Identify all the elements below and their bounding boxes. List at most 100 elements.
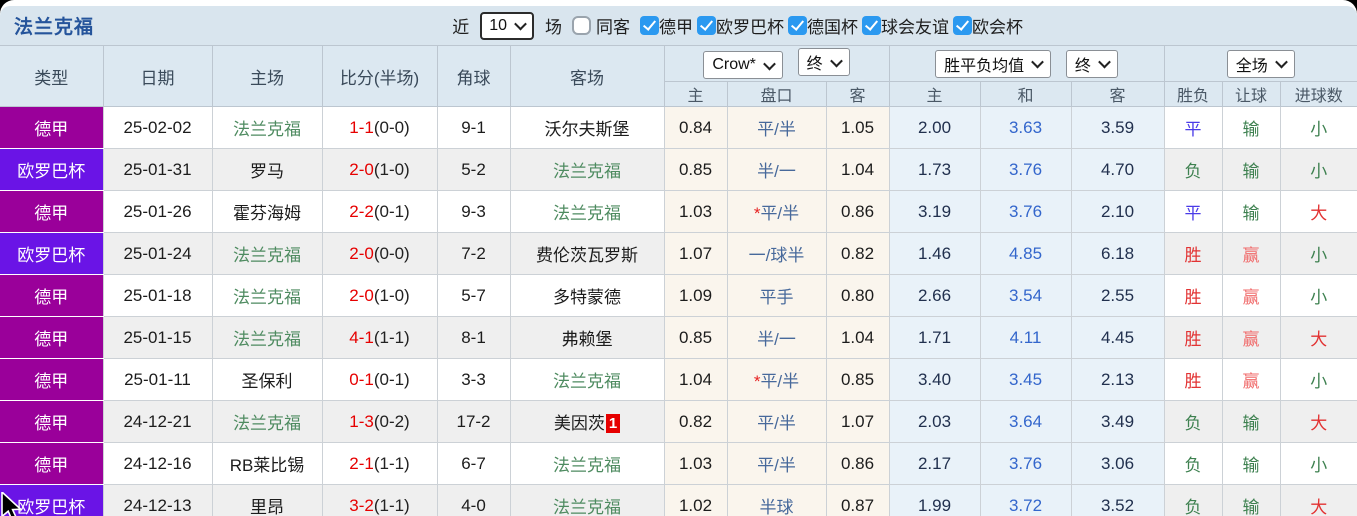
handicap-outcome: 输 <box>1221 484 1281 516</box>
same-venue-label: 同客 <box>596 18 630 37</box>
team-name[interactable]: RB莱比锡 <box>211 442 323 485</box>
avg-home: 1.73 <box>888 148 981 191</box>
same-venue-filter: 同客 <box>572 13 630 38</box>
subheader-odds-away: 客 <box>825 81 890 107</box>
match-date: 25-01-24 <box>102 232 213 275</box>
team-name[interactable]: 罗马 <box>211 148 323 191</box>
league-filter-label: 德国杯 <box>807 18 858 37</box>
match-score: 2-0(0-0) <box>321 232 438 275</box>
team-name[interactable]: 法兰克福 <box>211 316 323 359</box>
recent-label: 近 <box>452 18 470 37</box>
corner-score: 4-0 <box>436 484 511 516</box>
team-name[interactable]: 沃尔夫斯堡 <box>509 106 665 149</box>
corner-score: 17-2 <box>436 400 511 443</box>
match-date: 25-02-02 <box>102 106 213 149</box>
handicap: 半/一 <box>726 316 827 359</box>
recent-count-select[interactable]: 10 <box>480 11 534 40</box>
avg-away: 4.70 <box>1070 148 1165 191</box>
goals-outcome: 大 <box>1279 484 1357 516</box>
match-score: 2-0(1-0) <box>321 274 438 317</box>
handicap: *平/半 <box>726 190 827 233</box>
scope-header-cell: 全场 <box>1163 45 1357 82</box>
avg-draw: 3.76 <box>979 190 1072 233</box>
team-name[interactable]: 法兰克福 <box>211 232 323 275</box>
col-header-type: 类型 <box>0 45 104 107</box>
chevron-down-icon <box>1098 55 1111 69</box>
team-name[interactable]: 圣保利 <box>211 358 323 401</box>
avg-time-select[interactable]: 终 <box>1065 49 1118 78</box>
goals-outcome: 大 <box>1279 316 1357 359</box>
goals-outcome: 小 <box>1279 358 1357 401</box>
match-date: 24-12-21 <box>102 400 213 443</box>
bookmaker-time-select[interactable]: 终 <box>797 48 850 76</box>
league-filter-checkbox[interactable] <box>640 16 659 35</box>
odds-header-cell: Crow* 终 <box>663 45 890 82</box>
avg-home: 2.00 <box>888 106 981 149</box>
goals-outcome: 小 <box>1279 274 1357 317</box>
team-name[interactable]: 多特蒙德 <box>509 274 665 317</box>
matches-table: 类型 日期 主场 比分(半场) 角球 客场 Crow* 终 胜平负均值 终 全场 <box>0 45 1357 516</box>
col-header-corner: 角球 <box>436 45 511 107</box>
handicap-outcome: 赢 <box>1221 316 1281 359</box>
subheader-avg-draw: 和 <box>979 81 1072 107</box>
match-row: 德甲 24-12-16 RB莱比锡 2-1(1-1) 6-7 法兰克福 1.03 平/半 0.8… <box>0 442 1357 485</box>
league-filter-checkbox[interactable] <box>788 16 807 35</box>
team-name[interactable]: 法兰克福 <box>509 358 665 401</box>
result-outcome: 负 <box>1163 484 1223 516</box>
match-row: 德甲 25-01-18 法兰克福 2-0(1-0) 5-7 多特蒙德 1.09 平手 0.80 2… <box>0 274 1357 317</box>
team-name[interactable]: 霍芬海姆 <box>211 190 323 233</box>
subheader-result: 胜负 <box>1163 81 1223 107</box>
team-name[interactable]: 里昂 <box>211 484 323 516</box>
goals-outcome: 小 <box>1279 442 1357 485</box>
odds-away: 1.04 <box>825 148 890 191</box>
handicap-outcome: 赢 <box>1221 232 1281 275</box>
avg-away: 3.59 <box>1070 106 1165 149</box>
odds-away: 0.82 <box>825 232 890 275</box>
avg-home: 1.99 <box>888 484 981 516</box>
bookmaker-select[interactable]: Crow* <box>703 51 783 79</box>
chevron-down-icon <box>1274 55 1288 69</box>
team-name[interactable]: 法兰克福 <box>509 484 665 516</box>
odds-home: 1.02 <box>663 484 728 516</box>
avg-home: 2.17 <box>888 442 981 485</box>
avg-draw: 3.76 <box>979 442 1072 485</box>
match-date: 25-01-26 <box>102 190 213 233</box>
odds-away: 1.05 <box>825 106 890 149</box>
team-name[interactable]: 弗赖堡 <box>509 316 665 359</box>
league-filter: 欧罗巴杯 <box>697 13 784 38</box>
odds-home: 1.09 <box>663 274 728 317</box>
avg-draw: 4.11 <box>979 316 1072 359</box>
avg-draw: 3.45 <box>979 358 1072 401</box>
goals-outcome: 大 <box>1279 190 1357 233</box>
team-name[interactable]: 法兰克福 <box>211 106 323 149</box>
team-name[interactable]: 法兰克福 <box>509 190 665 233</box>
avg-select[interactable]: 胜平负均值 <box>935 49 1052 78</box>
team-name[interactable]: 法兰克福 <box>509 148 665 191</box>
league-filter-checkbox[interactable] <box>953 16 972 35</box>
match-date: 24-12-13 <box>102 484 213 516</box>
league-filter-checkbox[interactable] <box>862 16 881 35</box>
team-name[interactable]: 费伦茨瓦罗斯 <box>509 232 665 275</box>
handicap: 半/一 <box>726 148 827 191</box>
subheader-avg-home: 主 <box>888 81 981 107</box>
avg-home: 2.66 <box>888 274 981 317</box>
avg-draw: 3.76 <box>979 148 1072 191</box>
col-header-away: 客场 <box>509 45 665 107</box>
team-name[interactable]: 法兰克福 <box>509 442 665 485</box>
team-name[interactable]: 美因茨 1 <box>509 400 665 443</box>
scope-select[interactable]: 全场 <box>1226 49 1295 78</box>
match-row: 德甲 25-02-02 法兰克福 1-1(0-0) 9-1 沃尔夫斯堡 0.84 平/半 1.0… <box>0 106 1357 149</box>
team-name[interactable]: 法兰克福 <box>211 274 323 317</box>
handicap: 平/半 <box>726 106 827 149</box>
team-name[interactable]: 法兰克福 <box>211 400 323 443</box>
league-filter-checkbox[interactable] <box>697 16 716 35</box>
match-row: 欧罗巴杯 25-01-24 法兰克福 2-0(0-0) 7-2 费伦茨瓦罗斯 1.07 一/球… <box>0 232 1357 275</box>
handicap: 平/半 <box>726 400 827 443</box>
match-score: 2-1(1-1) <box>321 442 438 485</box>
same-venue-checkbox[interactable] <box>572 16 591 35</box>
subheader-handicap: 盘口 <box>726 81 827 107</box>
chevron-down-icon <box>1031 55 1045 69</box>
odds-away: 1.07 <box>825 400 890 443</box>
col-header-home: 主场 <box>211 45 323 107</box>
handicap: 一/球半 <box>726 232 827 275</box>
